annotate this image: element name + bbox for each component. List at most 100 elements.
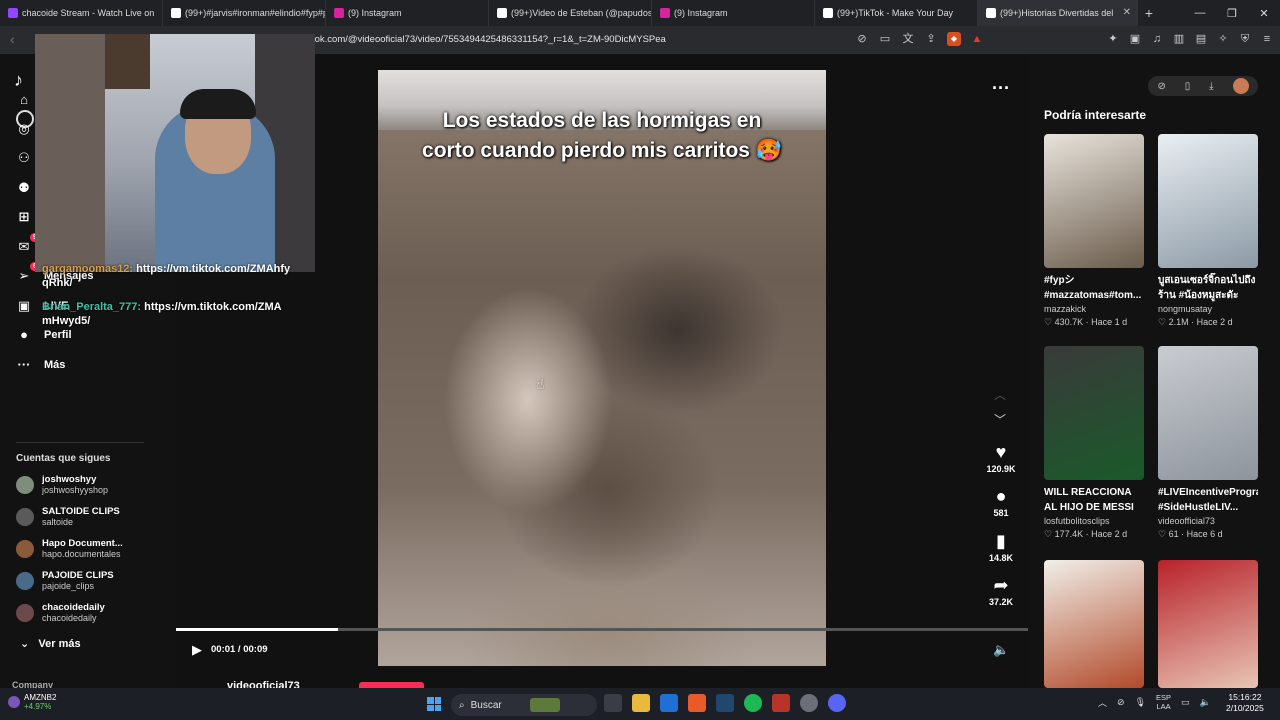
download-icon[interactable]: ⤓ <box>1209 81 1213 92</box>
task-view-icon[interactable] <box>604 694 622 712</box>
share-button[interactable]: ➦ 37.2K <box>984 575 1018 607</box>
avatar <box>16 603 34 622</box>
video-player[interactable]: Los estados de las hormigas en corto cua… <box>378 70 826 666</box>
spotify-icon[interactable] <box>744 694 762 712</box>
following-account[interactable]: SALTOIDE CLIPS saltoide <box>16 506 120 527</box>
account-name: PAJOIDE CLIPS <box>42 570 114 581</box>
tab-favicon-icon <box>171 8 181 18</box>
obs-icon[interactable] <box>800 694 818 712</box>
suggested-video-card[interactable] <box>1158 560 1258 688</box>
following-account[interactable]: PAJOIDE CLIPS pajoide_clips <box>16 570 114 591</box>
more-options-icon[interactable]: ··· <box>992 78 1010 99</box>
wallet-icon[interactable]: ▤ <box>1194 32 1208 46</box>
autoscroll-icon[interactable]: ⊘ <box>1157 81 1165 92</box>
card-author[interactable]: mazzakick <box>1044 304 1144 314</box>
video-thumbnail[interactable] <box>1044 346 1144 480</box>
share-icon[interactable]: ⇪ <box>924 32 938 46</box>
extensions-icon[interactable]: ✦ <box>1106 32 1120 46</box>
video-thumbnail[interactable] <box>1158 560 1258 688</box>
avatar <box>16 475 34 494</box>
file-explorer-icon[interactable] <box>632 694 650 712</box>
nav-item-profile[interactable]: ● Perfil <box>16 327 72 343</box>
nav-item-more[interactable]: ··· Más <box>16 357 66 373</box>
browser-tab[interactable]: (9) Instagram <box>326 0 489 26</box>
suggested-video-card[interactable]: บูสเอนเซอร์จิ๊กอนไปถึงร้าน #น้องหมูสะดัะ… <box>1158 134 1258 328</box>
tab-title: (99+)Historias Divertidas del <box>1000 8 1114 18</box>
card-author[interactable]: nongmusatay <box>1158 304 1258 314</box>
streamer-headphones <box>180 89 256 119</box>
maximize-button[interactable]: ❐ <box>1216 7 1248 20</box>
brave-shield-icon[interactable]: ◆ <box>947 32 961 46</box>
rewards-icon[interactable]: ▲ <box>970 32 984 46</box>
video-progress-bar[interactable] <box>176 628 1028 631</box>
mute-icon[interactable]: ⊘ <box>855 32 869 46</box>
previous-video-icon[interactable]: ︿ <box>994 386 1006 403</box>
avatar <box>16 507 34 526</box>
sidebar-icon[interactable]: ▥ <box>1172 32 1186 46</box>
account-handle: hapo.documentales <box>42 549 121 559</box>
bing-icon[interactable] <box>660 694 678 712</box>
comment-button[interactable]: ● 581 <box>984 486 1018 518</box>
display-icon[interactable]: ▭ <box>1181 697 1190 708</box>
studio-icon[interactable] <box>772 694 790 712</box>
browser-tab[interactable]: (99+)Video de Esteban (@papudoss <box>489 0 652 26</box>
leo-icon[interactable]: ✧ <box>1216 32 1230 46</box>
like-button[interactable]: ♥ 120.9K <box>984 442 1018 474</box>
vpn-icon[interactable]: ⛨ <box>1238 32 1252 46</box>
mic-icon[interactable]: 🎙 <box>1135 697 1146 708</box>
card-title: #fypシ #mazzatomas#tom... <box>1044 275 1142 301</box>
network-icon[interactable]: ⊘ <box>1117 697 1125 708</box>
card-author[interactable]: videoofficial73 <box>1158 516 1258 526</box>
tiktok-logo-icon[interactable]: ♪ <box>14 70 23 91</box>
windows-start-icon[interactable] <box>427 697 441 711</box>
suggested-video-card[interactable]: #LIVEIncentiveProgram #SideHustleLIV... v… <box>1158 346 1258 540</box>
suggested-video-card[interactable] <box>1044 560 1144 688</box>
save-button[interactable]: ▮ 14.8K <box>984 531 1018 563</box>
device-icon[interactable]: ▯ <box>1185 81 1191 92</box>
url-field[interactable]: tok.com/@videooficial73/video/7553494425… <box>312 34 666 45</box>
volume-icon[interactable]: 🔈 <box>993 642 1009 658</box>
discord-icon[interactable] <box>828 694 846 712</box>
minimize-button[interactable]: — <box>1184 7 1216 19</box>
browser-tab[interactable]: (99+)TikTok - Make Your Day <box>815 0 978 26</box>
browser-tab[interactable]: chacoide Stream - Watch Live on <box>0 0 163 26</box>
language-indicator[interactable]: ESP LAA <box>1156 693 1171 711</box>
tray-chevron-icon[interactable]: ︿ <box>1098 696 1107 709</box>
browser-tab[interactable]: (99+)Historias Divertidas del ✕ <box>978 0 1138 26</box>
chat-user: gargamoomas12: <box>42 263 134 275</box>
new-tab-button[interactable]: + <box>1138 5 1160 21</box>
card-author[interactable]: losfutbolitosclips <box>1044 516 1144 526</box>
card-title: WILL REACCIONA AL HIJO DE MESSI 😳 ... <box>1044 487 1134 513</box>
speaker-icon[interactable]: 🔈 <box>1200 697 1211 708</box>
video-thumbnail[interactable] <box>1044 134 1144 268</box>
close-window-button[interactable]: ✕ <box>1248 7 1280 20</box>
translate-icon[interactable]: 文 <box>901 32 915 46</box>
brave-icon[interactable] <box>688 694 706 712</box>
menu-icon[interactable]: ≡ <box>1260 32 1274 46</box>
following-account[interactable]: chacoidedaily chacoidedaily <box>16 602 105 623</box>
browser-tab[interactable]: (99+)#jarvis#ironman#elindio#fyp#p <box>163 0 326 26</box>
close-tab-icon[interactable]: ✕ <box>1123 7 1131 18</box>
video-thumbnail[interactable] <box>1044 560 1144 688</box>
music-icon[interactable]: ♫ <box>1150 32 1164 46</box>
see-more-link[interactable]: ⌄ Ver más <box>20 637 81 650</box>
divider <box>16 442 144 443</box>
steam-icon[interactable] <box>716 694 734 712</box>
nav-label: Perfil <box>44 329 72 341</box>
video-thumbnail[interactable] <box>1158 346 1258 480</box>
system-clock[interactable]: 15:16:22 2/10/2025 <box>1226 692 1264 714</box>
play-icon[interactable]: ▶ <box>192 642 202 658</box>
suggested-video-card[interactable]: WILL REACCIONA AL HIJO DE MESSI 😳 ... los… <box>1044 346 1144 540</box>
following-account[interactable]: Hapo Document... hapo.documentales <box>16 538 123 559</box>
user-avatar[interactable] <box>1232 78 1249 94</box>
next-video-icon[interactable]: ﹀ <box>994 411 1006 428</box>
following-account[interactable]: joshwoshyy joshwoshyyshop <box>16 474 108 495</box>
screenshot-icon[interactable]: ▣ <box>1128 32 1142 46</box>
suggested-video-card[interactable]: #fypシ #mazzatomas#tom... mazzakick ♡ 430.7… <box>1044 134 1144 328</box>
browser-tab[interactable]: (9) Instagram <box>652 0 815 26</box>
taskbar-search[interactable]: ⌕ Buscar <box>451 694 597 716</box>
back-arrow-icon[interactable]: ‹ <box>10 31 15 47</box>
video-thumbnail[interactable] <box>1158 134 1258 268</box>
stock-widget[interactable]: AMZNB2 +4.97% <box>8 693 56 711</box>
cast-icon[interactable]: ▭ <box>878 32 892 46</box>
